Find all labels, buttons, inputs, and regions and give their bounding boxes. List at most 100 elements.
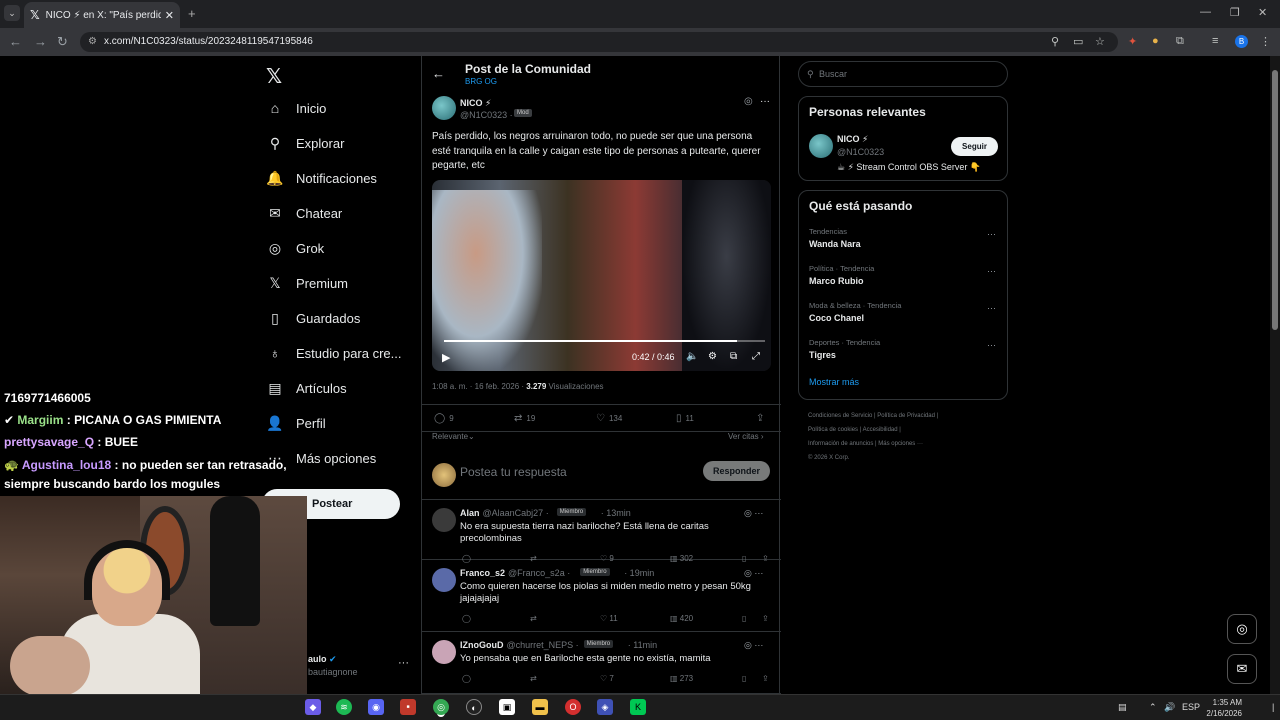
tray-chevron-icon[interactable]: ⌃ (1149, 702, 1157, 713)
site-info-icon[interactable]: ⚙ (88, 32, 97, 52)
zoom-icon[interactable]: ⚲ (1051, 35, 1059, 48)
repost-icon[interactable]: ⇄ (530, 674, 537, 683)
play-icon[interactable]: ▶ (442, 351, 450, 364)
nav-item-0[interactable]: ⌂ Inicio (266, 100, 327, 116)
account-more-icon[interactable]: ··· (398, 657, 409, 669)
star-icon[interactable]: ☆ (1095, 35, 1105, 48)
profile-avatar[interactable]: B (1235, 35, 1248, 48)
reply-avatar[interactable] (432, 640, 456, 664)
nav-item-2[interactable]: 🔔 Notificaciones (266, 170, 377, 187)
tab-search-icon[interactable]: ⌄ (4, 5, 20, 21)
discord-icon[interactable]: ◉ (368, 699, 384, 715)
bookmark-action[interactable]: ▯ 11 (676, 413, 694, 424)
account-name[interactable]: aulo ✔ (308, 654, 337, 665)
fullscreen-icon[interactable]: ⤢ (752, 351, 760, 362)
trend-name[interactable]: Coco Chanel (809, 313, 864, 323)
forward-icon[interactable]: → (34, 34, 47, 49)
reply-item[interactable]: Alan @AlaanCabj27 · Miembro · 13min ◎ ··· No … (422, 500, 781, 563)
follow-button[interactable]: Seguir (951, 137, 998, 156)
speaker-icon[interactable]: 🔊 (1164, 702, 1175, 713)
more-icon[interactable]: ··· (760, 96, 770, 107)
sort-dropdown[interactable]: Relevante⌄ (432, 432, 475, 441)
reply-item[interactable]: Franco_s2 @Franco_s2a · Miembro · 19min ◎ ··… (422, 560, 781, 632)
scrollbar-thumb[interactable] (1272, 70, 1278, 330)
cast-icon[interactable]: ▭ (1073, 35, 1083, 48)
reply-more-icon[interactable]: ◎ ··· (744, 640, 763, 651)
footer-links[interactable]: Condiciones de Servicio | Política de Pr… (808, 413, 938, 419)
author-avatar[interactable] (432, 96, 456, 120)
trend-more-icon[interactable]: ··· (987, 229, 996, 239)
extension-icon[interactable]: ✦ (1128, 35, 1137, 48)
reading-list-icon[interactable]: ≡ (1212, 35, 1218, 47)
views-action[interactable]: ▥ 273 (670, 674, 693, 683)
opera-icon[interactable]: O (565, 699, 581, 715)
reply-avatar[interactable] (432, 568, 456, 592)
person-name[interactable]: NICO ⚡ (837, 134, 868, 145)
nav-item-8[interactable]: ▤ Artículos (266, 380, 346, 397)
share-icon[interactable]: ⇪ (762, 614, 769, 623)
nav-item-6[interactable]: ▯ Guardados (266, 310, 360, 327)
show-more-link[interactable]: Mostrar más (809, 377, 859, 387)
trend-more-icon[interactable]: ··· (987, 340, 996, 350)
trend-name[interactable]: Tigres (809, 350, 836, 360)
footer-links[interactable]: Información de anuncios | Más opciones ·… (808, 441, 923, 447)
app-icon-2[interactable]: ◈ (597, 699, 613, 715)
nav-item-1[interactable]: ⚲ Explorar (266, 135, 345, 152)
language-indicator[interactable]: ESP (1182, 702, 1200, 712)
kick-icon[interactable]: K (630, 699, 646, 715)
settings-icon[interactable]: ⚙ (708, 351, 717, 362)
footer-links[interactable]: © 2026 X Corp. (808, 455, 849, 461)
trend-more-icon[interactable]: ··· (987, 266, 996, 276)
footer-links[interactable]: Política de cookies | Accesibilidad | (808, 427, 901, 433)
x-home-logo-icon[interactable]: 𝕏 (266, 64, 282, 89)
url-field[interactable]: ⚙ x.com/N1C0323/status/20232481195471958… (80, 32, 1118, 52)
nav-item-9[interactable]: 👤 Perfil (266, 415, 325, 432)
messages-fab-icon[interactable]: ✉ (1227, 654, 1257, 684)
video-player[interactable]: ▶ 0:42 / 0:46 🔈 ⚙ ⧉ ⤢ (432, 180, 771, 371)
nav-item-3[interactable]: ✉ Chatear (266, 205, 342, 222)
reply-author[interactable]: Franco_s2 @Franco_s2a · (460, 568, 570, 578)
share-icon[interactable]: ⇪ (756, 413, 768, 424)
display-icon[interactable]: ▤ (1118, 702, 1127, 713)
clock[interactable]: 1:35 AM 2/16/2026 (1204, 697, 1242, 719)
stream-app-icon[interactable]: ■ (400, 699, 416, 715)
reply-item[interactable]: IZnoGouD @churret_NEPS · Miembro · 11min ◎ ·… (422, 632, 781, 694)
window-close-icon[interactable]: ✕ (1258, 6, 1267, 19)
back-icon[interactable]: ← (9, 34, 22, 49)
reply-action[interactable]: ◯ 9 (434, 413, 454, 424)
reply-input[interactable]: Postea tu respuesta (460, 465, 567, 479)
reply-icon[interactable]: ◯ (462, 674, 471, 683)
grok-icon[interactable]: ◎ (744, 96, 753, 107)
minimize-icon[interactable]: — (1200, 6, 1211, 18)
repost-icon[interactable]: ⇄ (530, 614, 537, 623)
capcut-icon[interactable]: ▣ (499, 699, 515, 715)
community-link[interactable]: BRG OG (465, 77, 497, 86)
nav-item-5[interactable]: 𝕏 Premium (266, 275, 348, 292)
extensions-puzzle-icon[interactable]: ⧉ (1176, 35, 1184, 48)
folder-icon[interactable]: ▬ (532, 699, 548, 715)
share-icon[interactable]: ⇪ (762, 674, 769, 683)
browser-menu-icon[interactable]: ⋮ (1260, 35, 1271, 48)
reply-avatar[interactable] (432, 508, 456, 532)
volume-icon[interactable]: 🔈 (686, 351, 698, 362)
bookmark-icon[interactable]: ▯ (742, 674, 746, 683)
new-tab-icon[interactable]: + (188, 6, 196, 21)
author-handle[interactable]: @N1C0323 · (460, 110, 513, 120)
back-arrow-icon[interactable]: ← (432, 66, 445, 81)
extension-icon-2[interactable]: ● (1152, 35, 1159, 47)
bookmark-icon[interactable]: ▯ (742, 614, 746, 623)
person-handle[interactable]: @N1C0323 (837, 147, 884, 157)
repost-action[interactable]: ⇄ 19 (514, 413, 535, 424)
person-avatar[interactable] (809, 134, 833, 158)
like-action[interactable]: ♡ 11 (600, 614, 618, 623)
views-action[interactable]: ▥ 420 (670, 614, 693, 623)
view-quotes-link[interactable]: Ver citas › (728, 432, 764, 441)
reply-button[interactable]: Responder (703, 461, 770, 481)
like-action[interactable]: ♡ 134 (596, 413, 622, 424)
nav-item-4[interactable]: ◎ Grok (266, 240, 324, 257)
spotify-icon[interactable]: ≋ (336, 699, 352, 715)
chrome-icon[interactable]: ◎ (433, 699, 449, 715)
restore-icon[interactable]: ❐ (1230, 6, 1240, 19)
show-desktop[interactable]: | (1272, 702, 1274, 712)
trend-more-icon[interactable]: ··· (987, 303, 996, 313)
